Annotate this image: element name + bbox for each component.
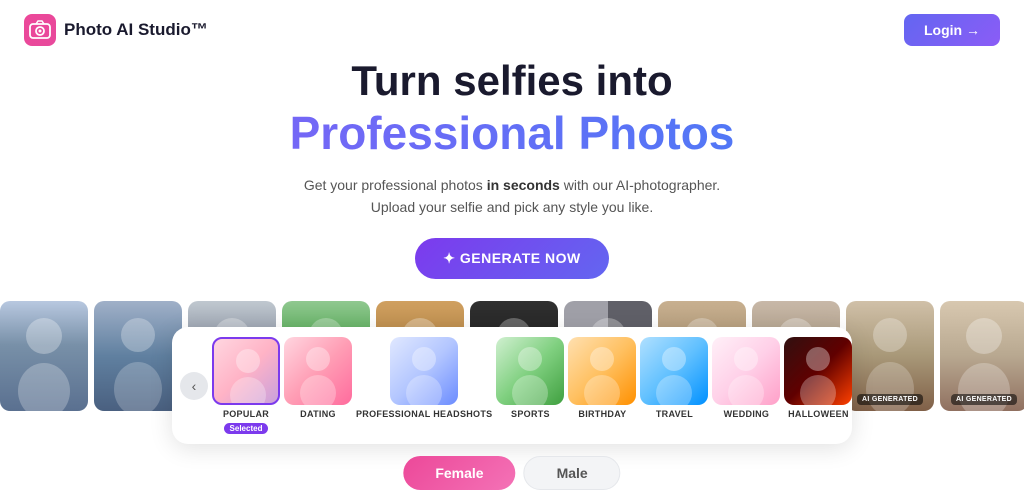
category-item-halloween[interactable]: HALLOWEEN (784, 337, 852, 419)
category-label: PROFESSIONAL HEADSHOTS (356, 409, 492, 419)
categories-prev-button[interactable]: ‹ (180, 372, 208, 400)
category-thumb (212, 337, 280, 405)
category-item-travel[interactable]: TRAVEL (640, 337, 708, 419)
photo-badge: AI GENERATED (857, 394, 923, 405)
category-label: BIRTHDAY (578, 409, 626, 419)
category-item-birthday[interactable]: BIRTHDAY (568, 337, 636, 419)
categories-section: ‹ POPULAR Selected DATING PROFESSIONAL HEAD… (172, 327, 852, 444)
category-selected-badge: Selected (224, 423, 269, 434)
category-label: WEDDING (724, 409, 770, 419)
category-thumb (390, 337, 458, 405)
female-button[interactable]: Female (403, 456, 515, 490)
gender-section: Female Male (403, 456, 620, 490)
subtitle-text2: with our AI-photographer. (560, 177, 720, 193)
category-label: DATING (300, 409, 336, 419)
category-item-professional[interactable]: PROFESSIONAL HEADSHOTS (356, 337, 492, 419)
category-item-wedding[interactable]: WEDDING (712, 337, 780, 419)
category-thumb (784, 337, 852, 405)
photo-card (94, 301, 182, 411)
logo-text: Photo AI Studio™ (64, 20, 208, 40)
category-label: TRAVEL (656, 409, 693, 419)
photo-card: AI GENERATED (940, 301, 1024, 411)
hero-title-top: Turn selfies into (0, 56, 1024, 106)
photo-badge: AI GENERATED (951, 394, 1017, 405)
category-label: SPORTS (511, 409, 550, 419)
photo-card (0, 301, 88, 411)
subtitle-text1: Get your professional photos (304, 177, 487, 193)
photo-card: AI GENERATED (846, 301, 934, 411)
category-thumb (284, 337, 352, 405)
subtitle-text3: Upload your selfie and pick any style yo… (371, 199, 653, 215)
category-thumb (496, 337, 564, 405)
login-button[interactable]: Login → (904, 14, 1000, 46)
category-thumb (568, 337, 636, 405)
category-item-popular[interactable]: POPULAR Selected (212, 337, 280, 434)
logo: Photo AI Studio™ (24, 14, 208, 46)
subtitle-bold: in seconds (487, 177, 560, 193)
hero-title-gradient: Professional Photos (0, 106, 1024, 161)
category-item-dating[interactable]: DATING (284, 337, 352, 419)
category-label: POPULAR (223, 409, 269, 419)
header: Photo AI Studio™ Login → (0, 0, 1024, 60)
hero-subtitle: Get your professional photos in seconds … (0, 174, 1024, 219)
category-item-sports[interactable]: SPORTS (496, 337, 564, 419)
generate-button[interactable]: ✦ GENERATE NOW (415, 238, 608, 279)
category-label: HALLOWEEN (788, 409, 849, 419)
male-button[interactable]: Male (524, 456, 621, 490)
logo-icon (24, 14, 56, 46)
category-thumb (712, 337, 780, 405)
category-thumb (640, 337, 708, 405)
